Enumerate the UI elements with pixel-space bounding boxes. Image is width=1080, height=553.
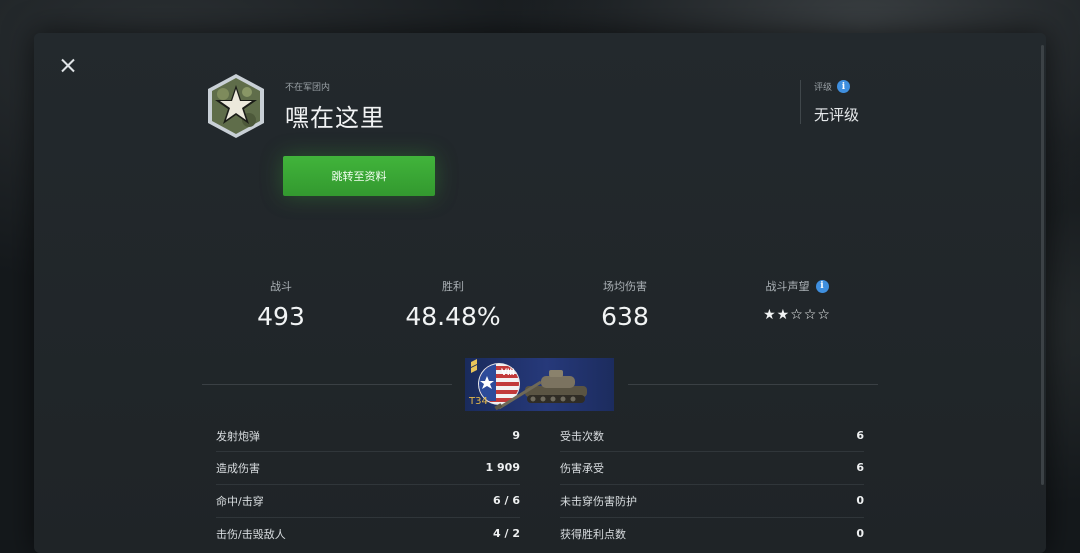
row-value: 6 — [856, 461, 864, 474]
stat-victories: 胜利 48.48% — [368, 278, 538, 331]
row-divider — [216, 484, 520, 485]
stat-row: 未击穿伤害防护 0 — [560, 484, 864, 517]
stat-value: 48.48% — [405, 302, 501, 331]
row-value: 6 — [856, 429, 864, 442]
stat-row: 受击次数 6 — [560, 419, 864, 452]
row-value: 9 — [512, 429, 520, 442]
row-label: 受击次数 — [560, 429, 604, 443]
close-icon[interactable] — [58, 56, 78, 76]
row-label: 击伤/击毁敌人 — [216, 527, 286, 541]
player-name: 嘿在这里 — [285, 104, 385, 132]
stat-row: 命中/击穿 6 / 6 — [216, 484, 520, 517]
rating-label: 评级 i — [814, 80, 851, 93]
row-divider — [560, 451, 864, 452]
stat-battles: 战斗 493 — [196, 278, 366, 331]
row-divider — [216, 451, 520, 452]
divider — [628, 384, 878, 385]
scrollbar[interactable] — [1041, 45, 1044, 485]
stat-value: 638 — [601, 302, 649, 331]
row-divider — [560, 517, 864, 518]
stat-value: 493 — [257, 302, 305, 331]
row-value: 0 — [856, 527, 864, 540]
stat-row: 造成伤害 1 909 — [216, 451, 520, 484]
divider — [800, 80, 801, 124]
row-divider — [560, 484, 864, 485]
row-value: 1 909 — [485, 461, 520, 474]
row-label: 获得胜利点数 — [560, 527, 626, 541]
row-label: 发射炮弹 — [216, 429, 260, 443]
stat-avg-damage: 场均伤害 638 — [540, 278, 710, 331]
row-label: 命中/击穿 — [216, 494, 264, 508]
divider — [202, 384, 452, 385]
rating-label-text: 评级 — [814, 83, 833, 93]
reputation-stars: ★★☆☆☆ — [763, 307, 831, 323]
info-icon[interactable]: i — [815, 279, 829, 293]
stat-label: 场均伤害 — [603, 280, 647, 293]
stat-label: 战斗 — [270, 280, 292, 293]
go-to-profile-button[interactable]: 跳转至资料 — [283, 156, 435, 196]
row-label: 伤害承受 — [560, 461, 604, 475]
tank-name: T34 — [469, 396, 488, 407]
svg-text:VIII: VIII — [501, 367, 515, 377]
stat-row: 伤害承受 6 — [560, 451, 864, 484]
rank-star-emblem-icon — [208, 74, 264, 138]
row-divider — [216, 517, 520, 518]
row-label: 未击穿伤害防护 — [560, 494, 637, 508]
stat-row: 发射炮弹 9 — [216, 419, 520, 452]
rating-value: 无评级 — [814, 106, 860, 124]
row-value: 6 / 6 — [493, 494, 520, 507]
stat-row: 获得胜利点数 0 — [560, 517, 864, 550]
clan-status: 不在军团内 — [285, 83, 331, 93]
info-icon[interactable]: i — [837, 80, 851, 93]
row-label: 造成伤害 — [216, 461, 260, 475]
stat-label: 胜利 — [442, 280, 464, 293]
stat-battle-reputation: 战斗声望 i ★★☆☆☆ — [712, 278, 882, 323]
row-value: 0 — [856, 494, 864, 507]
stat-row: 击伤/击毁敌人 4 / 2 — [216, 517, 520, 550]
stat-label: 战斗声望 — [765, 280, 810, 293]
row-value: 4 / 2 — [493, 527, 520, 540]
